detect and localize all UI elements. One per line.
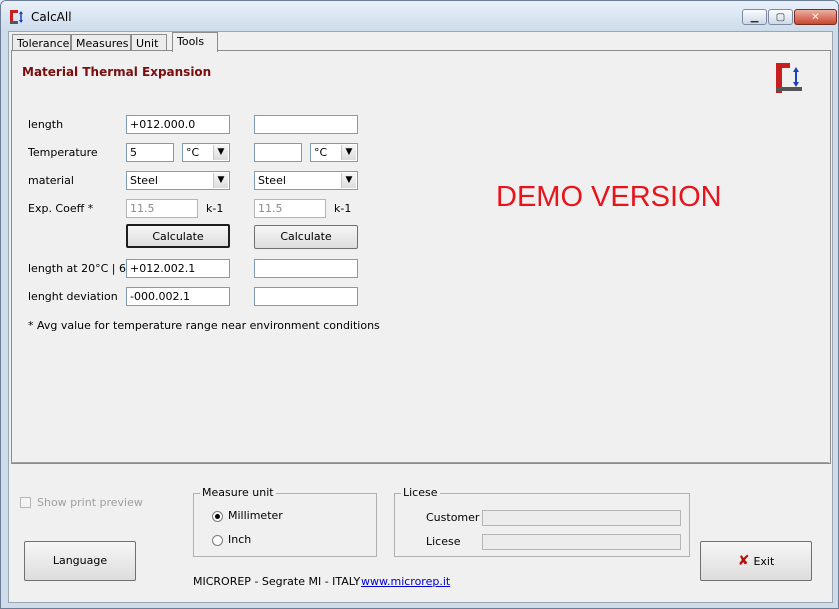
- language-button[interactable]: Language: [24, 541, 136, 581]
- app-window: CalcAll ▁ ▢ ✕ Tolerance Measures Unit To…: [0, 0, 839, 609]
- close-button[interactable]: ✕: [794, 9, 837, 25]
- millimeter-label: Millimeter: [228, 509, 283, 522]
- temperature-input-1[interactable]: 5: [126, 143, 174, 162]
- license-title: Licese: [401, 486, 440, 499]
- temp-unit-value-1: °C: [186, 146, 200, 159]
- inch-label: Inch: [228, 533, 252, 546]
- exit-button[interactable]: ✘ Exit: [700, 541, 812, 581]
- chevron-down-icon: ▼: [213, 173, 228, 188]
- length-input-1[interactable]: +012.000.0: [126, 115, 230, 134]
- measure-unit-group: Measure unit Millimeter Inch: [193, 486, 377, 557]
- caliper-logo-icon: [776, 63, 802, 93]
- tools-tab-page: Material Thermal Expansion length Temper…: [11, 50, 831, 464]
- length-at-20-output-1[interactable]: +012.002.1: [126, 259, 230, 278]
- chevron-down-icon: ▼: [341, 173, 356, 188]
- calculate-button-2[interactable]: Calculate: [254, 225, 358, 249]
- window-title: CalcAll: [31, 10, 72, 24]
- license-group: Licese Customer Licese: [394, 486, 690, 557]
- client-area: Tolerance Measures Unit Tools Material T…: [8, 31, 833, 603]
- customer-field: [482, 510, 681, 526]
- maximize-button[interactable]: ▢: [768, 9, 793, 25]
- print-preview-label: Show print preview: [37, 496, 143, 509]
- title-bar[interactable]: CalcAll ▁ ▢ ✕: [1, 1, 838, 31]
- coeff-input-2: 11.5: [254, 199, 326, 218]
- license-label: Licese: [426, 535, 461, 548]
- app-caliper-icon: [10, 10, 23, 24]
- exit-x-icon: ✘: [737, 553, 750, 569]
- length-label: length: [28, 118, 64, 131]
- tab-tolerance[interactable]: Tolerance: [12, 34, 71, 51]
- coeff-unit-1: k-1: [206, 202, 224, 215]
- deviation-output-1[interactable]: -000.002.1: [126, 287, 230, 306]
- website-link[interactable]: www.microrep.it: [361, 575, 450, 588]
- maximize-icon: ▢: [775, 12, 786, 23]
- material-select-2[interactable]: Steel ▼: [254, 171, 358, 190]
- license-field: [482, 534, 681, 550]
- exit-label: Exit: [753, 555, 775, 568]
- tab-unit[interactable]: Unit: [131, 34, 167, 51]
- length-input-2[interactable]: [254, 115, 358, 134]
- company-label: MICROREP - Segrate MI - ITALY: [193, 575, 361, 588]
- coeff-input-1: 11.5: [126, 199, 198, 218]
- demo-version-banner: DEMO VERSION: [496, 181, 722, 213]
- temp-unit-select-2[interactable]: °C ▼: [310, 143, 358, 162]
- measure-unit-title: Measure unit: [200, 486, 276, 499]
- minimize-icon: ▁: [750, 12, 759, 23]
- material-value-1: Steel: [130, 174, 158, 187]
- calculate-button-1[interactable]: Calculate: [126, 224, 230, 248]
- chevron-down-icon: ▼: [213, 145, 228, 160]
- material-select-1[interactable]: Steel ▼: [126, 171, 230, 190]
- deviation-output-2[interactable]: [254, 287, 358, 306]
- millimeter-radio[interactable]: [212, 511, 223, 522]
- bottom-panel: Show print preview Language Measure unit…: [11, 462, 829, 599]
- customer-label: Customer: [426, 511, 480, 524]
- temp-unit-value-2: °C: [314, 146, 328, 159]
- material-value-2: Steel: [258, 174, 286, 187]
- print-preview-checkbox[interactable]: [20, 497, 31, 508]
- footnote: * Avg value for temperature range near e…: [28, 319, 380, 332]
- tab-measures[interactable]: Measures: [71, 34, 131, 51]
- temperature-label: Temperature: [28, 146, 98, 159]
- temp-unit-select-1[interactable]: °C ▼: [182, 143, 230, 162]
- chevron-down-icon: ▼: [341, 145, 356, 160]
- tab-tools[interactable]: Tools: [172, 32, 218, 52]
- close-icon: ✕: [811, 12, 820, 23]
- exp-coeff-label: Exp. Coeff *: [28, 202, 94, 215]
- length-at-20-output-2[interactable]: [254, 259, 358, 278]
- inch-radio[interactable]: [212, 535, 223, 546]
- temperature-input-2[interactable]: [254, 143, 302, 162]
- length-deviation-label: lenght deviation: [28, 290, 118, 303]
- page-title: Material Thermal Expansion: [22, 65, 212, 79]
- material-label: material: [28, 174, 74, 187]
- coeff-unit-2: k-1: [334, 202, 352, 215]
- minimize-button[interactable]: ▁: [742, 9, 767, 25]
